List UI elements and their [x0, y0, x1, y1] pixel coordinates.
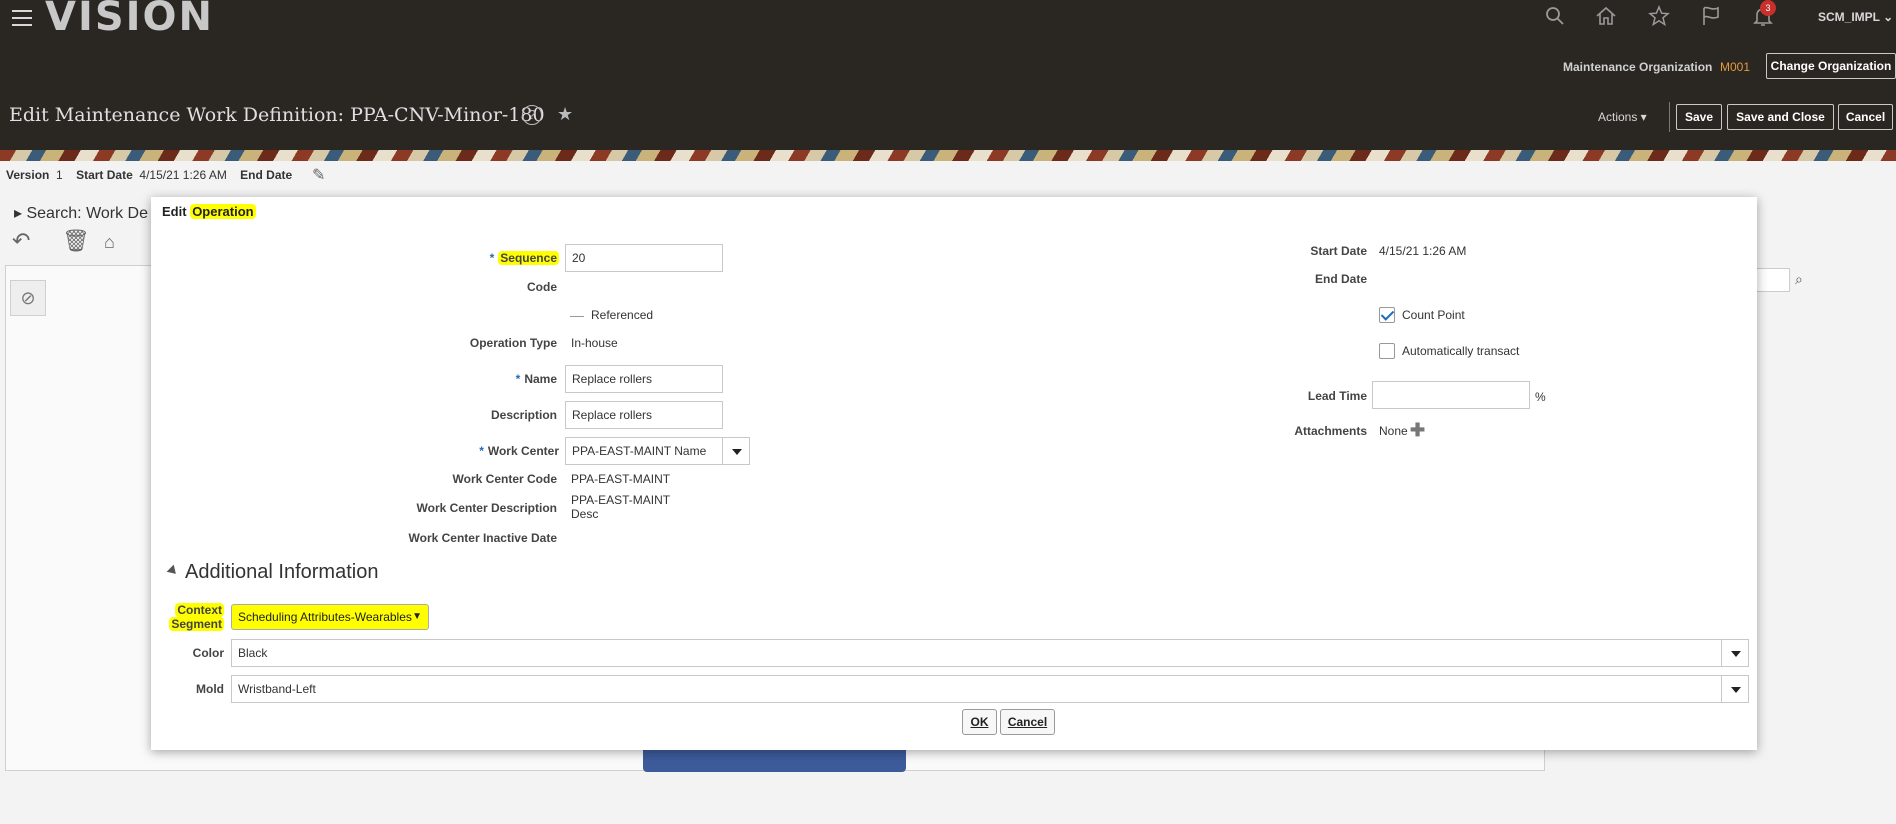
version-info: Version 1 Start Date 4/15/21 1:26 AM End… — [6, 168, 293, 182]
trash-icon[interactable]: 🗑 — [62, 228, 90, 254]
count-point-checkbox[interactable] — [1379, 307, 1395, 323]
dialog-title: Edit Operation — [162, 204, 256, 219]
additional-information-header[interactable]: Additional Information — [185, 561, 378, 584]
save-and-close-button[interactable]: Save and Close — [1727, 104, 1834, 130]
referenced-checkbox-dash — [570, 316, 584, 317]
lead-time-label: Lead Time — [1307, 389, 1367, 403]
work-center-inactive-date-label: Work Center Inactive Date — [408, 531, 558, 545]
work-center-label: * Work Center — [479, 444, 559, 458]
mold-input[interactable]: Wristband-Left — [231, 675, 1722, 703]
actions-menu[interactable]: Actions ▾ — [1598, 110, 1647, 124]
lead-time-unit: % — [1535, 390, 1546, 404]
attachments-label: Attachments — [1294, 424, 1367, 438]
help-icon[interactable]: ? — [522, 105, 542, 125]
save-button[interactable]: Save — [1676, 104, 1722, 130]
operation-type-label: Operation Type — [469, 336, 557, 350]
compass-icon[interactable]: ⊘ — [10, 280, 46, 316]
undo-icon[interactable]: ↶ — [12, 228, 30, 254]
chevron-down-icon: ▼ — [412, 611, 422, 622]
star-icon[interactable] — [1647, 4, 1671, 28]
app-logo: VISION — [45, 0, 215, 40]
code-label: Code — [527, 280, 557, 294]
context-segment-select[interactable]: Scheduling Attributes-Wearables ▼ — [231, 604, 429, 630]
work-center-dropdown-button[interactable] — [722, 437, 750, 465]
color-dropdown-button[interactable] — [1721, 639, 1749, 667]
automatically-transact-label: Automatically transact — [1402, 344, 1520, 358]
basket-icon[interactable]: ⌂ — [104, 232, 115, 253]
ok-button[interactable]: OK — [962, 709, 997, 735]
count-point-label: Count Point — [1402, 308, 1465, 322]
sequence-input[interactable]: 20 — [565, 244, 723, 272]
description-input[interactable]: Replace rollers — [565, 401, 723, 429]
background-search-icon: ⌕ — [1795, 271, 1803, 287]
cancel-button[interactable]: Cancel — [1838, 104, 1893, 130]
lead-time-input[interactable] — [1372, 381, 1530, 409]
toolbar-divider — [1669, 102, 1670, 132]
work-center-code-label: Work Center Code — [452, 472, 557, 486]
change-organization-button[interactable]: Change Organization — [1766, 53, 1896, 79]
name-input[interactable]: Replace rollers — [565, 365, 723, 393]
operation-type-value: In-house — [571, 336, 618, 350]
automatically-transact-checkbox[interactable] — [1379, 343, 1395, 359]
context-segment-label: Context Segment — [169, 603, 224, 631]
search-section-toggle[interactable]: ▸ Search: Work De — [14, 203, 148, 223]
start-date-value: 4/15/21 1:26 AM — [1379, 244, 1467, 258]
work-center-description-value: PPA-EAST-MAINT — [571, 493, 671, 507]
end-date-label: End Date — [1314, 272, 1367, 286]
color-input[interactable]: Black — [231, 639, 1722, 667]
work-center-description-value-line2: Desc — [571, 507, 599, 521]
home-icon[interactable] — [1594, 4, 1618, 28]
attachments-value: None — [1379, 424, 1408, 438]
mold-label: Mold — [196, 682, 224, 696]
work-center-code-value: PPA-EAST-MAINT — [571, 472, 671, 486]
edit-pencil-icon[interactable]: ✎ — [312, 165, 325, 185]
referenced-label: Referenced — [591, 308, 654, 322]
mold-dropdown-button[interactable] — [1721, 675, 1749, 703]
name-label: * Name — [515, 372, 557, 386]
page-title: Edit Maintenance Work Definition: PPA-CN… — [9, 104, 545, 126]
app-header: VISION 3 SCM_IMPL ⌄ Maintenance Organiza… — [0, 0, 1896, 150]
work-center-input[interactable]: PPA-EAST-MAINT Name — [565, 437, 723, 465]
notification-badge: 3 — [1760, 0, 1776, 16]
menu-icon[interactable] — [12, 10, 32, 26]
add-attachment-icon[interactable]: ✚ — [1410, 420, 1425, 441]
search-icon[interactable] — [1543, 4, 1567, 28]
org-value: M001 — [1720, 60, 1751, 74]
sequence-label: * Sequence — [489, 251, 559, 265]
work-center-description-label: Work Center Description — [416, 501, 557, 515]
start-date-label: Start Date — [1310, 244, 1367, 258]
flag-icon[interactable] — [1699, 4, 1723, 28]
decorative-banner — [0, 150, 1896, 161]
org-label: Maintenance Organization — [1563, 60, 1713, 74]
chevron-down-icon: ⌄ — [1883, 10, 1894, 24]
user-menu[interactable]: SCM_IMPL ⌄ — [1818, 10, 1893, 24]
favorite-star-icon[interactable]: ★ — [557, 104, 573, 125]
color-label: Color — [192, 646, 224, 660]
description-label: Description — [490, 408, 557, 422]
dialog-cancel-button[interactable]: Cancel — [1000, 709, 1055, 735]
